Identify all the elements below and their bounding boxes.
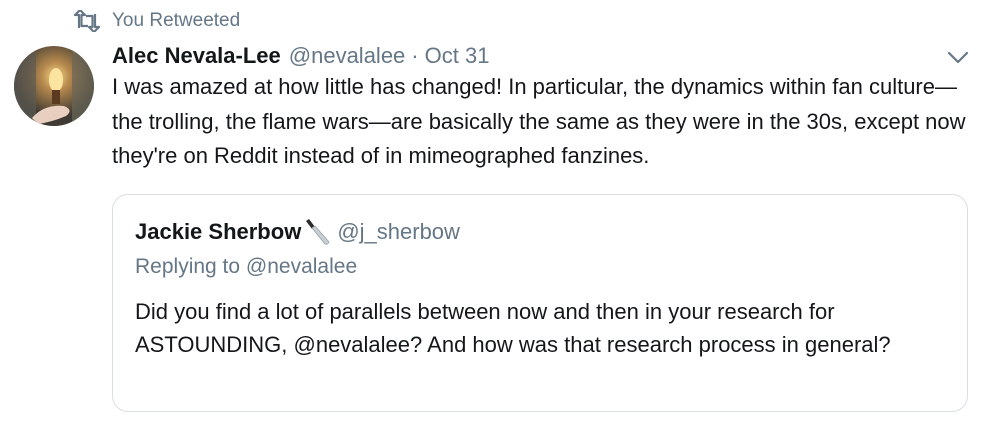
chevron-down-icon[interactable]: [946, 48, 970, 66]
knife-icon: [306, 219, 330, 245]
quoted-author-name: Jackie Sherbow: [135, 219, 302, 244]
tweet-header: Alec Nevala-Lee @nevalalee · Oct 31: [112, 40, 489, 72]
separator: ·: [411, 43, 419, 68]
retweet-icon: [74, 10, 100, 32]
tweet-text: I was amazed at how little has changed! …: [112, 74, 966, 168]
retweet-label: You Retweeted: [112, 10, 241, 31]
quoted-tweet[interactable]: Jackie Sherbow @j_sherbow Replying to @n…: [112, 194, 968, 412]
avatar-image: [14, 46, 94, 126]
quoted-tweet-header: Jackie Sherbow @j_sherbow: [135, 215, 460, 249]
tweet-date[interactable]: Oct 31: [425, 43, 490, 69]
author-handle[interactable]: @nevalalee: [289, 43, 406, 69]
avatar[interactable]: [14, 46, 94, 126]
quoted-tweet-text: Did you find a lot of parallels between …: [135, 299, 891, 357]
quoted-author-handle: @j_sherbow: [337, 219, 460, 244]
retweet-context: You Retweeted: [74, 8, 240, 34]
author-name[interactable]: Alec Nevala-Lee: [112, 43, 281, 69]
replying-to: Replying to @nevalalee: [135, 255, 358, 278]
